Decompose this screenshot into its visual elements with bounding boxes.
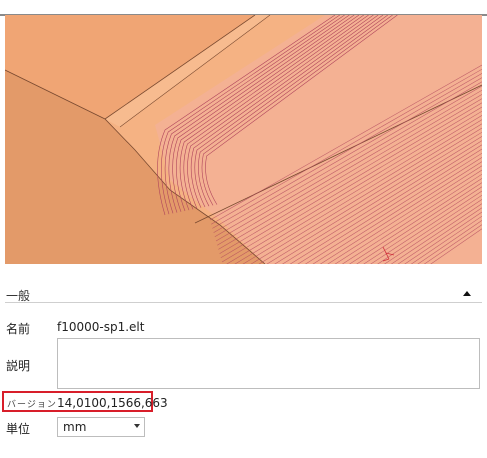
name-label: 名前 <box>6 322 31 336</box>
properties-panel: 一般 名前 f10000-sp1.elt 説明 バージョン 14,0100,15… <box>0 0 487 458</box>
unit-dropdown-value: mm <box>63 420 87 434</box>
model-preview-image <box>5 15 482 264</box>
general-section-title: 一般 <box>6 289 31 303</box>
version-value: 14,0100,1566,663 <box>57 396 168 410</box>
name-value: f10000-sp1.elt <box>57 320 145 334</box>
unit-dropdown[interactable]: mm <box>57 417 145 437</box>
chevron-up-icon[interactable] <box>460 286 474 300</box>
top-separator <box>0 0 487 16</box>
general-section-header[interactable]: 一般 <box>5 286 482 303</box>
dropdown-arrow-icon <box>134 424 140 428</box>
description-label: 説明 <box>6 359 31 373</box>
description-field[interactable] <box>57 338 480 389</box>
unit-label: 単位 <box>6 422 31 436</box>
version-label: バージョン <box>7 400 57 410</box>
model-preview-viewport[interactable] <box>5 15 482 264</box>
